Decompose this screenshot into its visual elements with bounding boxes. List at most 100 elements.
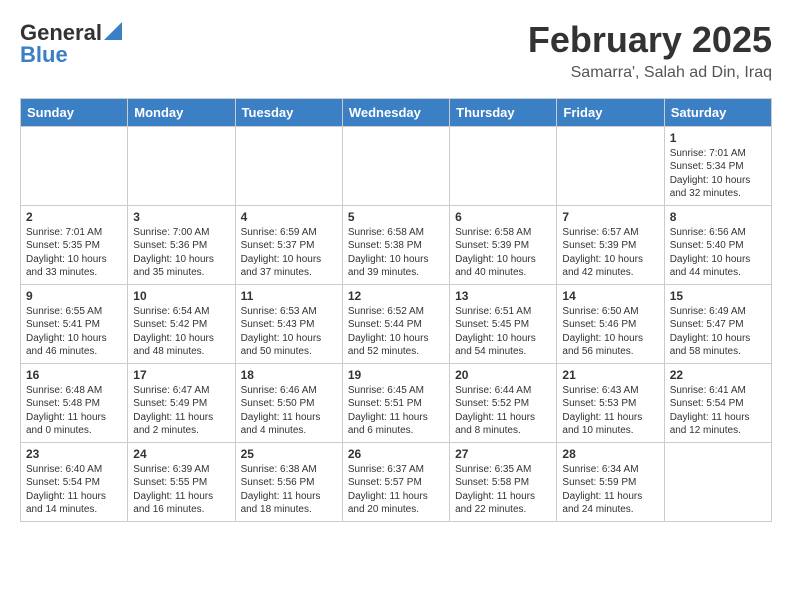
day-number: 8 [670, 210, 766, 224]
calendar-cell: 6 Sunrise: 6:58 AM Sunset: 5:39 PM Daylig… [450, 205, 557, 284]
day-info: Sunrise: 6:53 AM Sunset: 5:43 PM Dayligh… [241, 305, 337, 359]
calendar-cell: 26 Sunrise: 6:37 AM Sunset: 5:57 PM Dayli… [342, 442, 449, 521]
day-number: 3 [133, 210, 229, 224]
weekday-header-tuesday: Tuesday [235, 98, 342, 126]
calendar-cell: 13Sunrise: 6:51 AM Sunset: 5:45 PM Dayli… [450, 284, 557, 363]
day-info: Sunrise: 6:58 AM Sunset: 5:38 PM Dayligh… [348, 226, 444, 280]
location-title: Samarra', Salah ad Din, Iraq [528, 64, 772, 82]
day-number: 23 [26, 447, 122, 461]
weekday-header-sunday: Sunday [21, 98, 128, 126]
day-info: Sunrise: 6:56 AM Sunset: 5:40 PM Dayligh… [670, 226, 766, 280]
day-info: Sunrise: 6:35 AM Sunset: 5:58 PM Dayligh… [455, 463, 551, 517]
day-number: 4 [241, 210, 337, 224]
day-number: 17 [133, 368, 229, 382]
day-info: Sunrise: 7:01 AM Sunset: 5:35 PM Dayligh… [26, 226, 122, 280]
calendar-cell: 4 Sunrise: 6:59 AM Sunset: 5:37 PM Daylig… [235, 205, 342, 284]
calendar-cell [342, 126, 449, 205]
day-number: 25 [241, 447, 337, 461]
day-info: Sunrise: 6:49 AM Sunset: 5:47 PM Dayligh… [670, 305, 766, 359]
calendar-cell: 14 Sunrise: 6:50 AM Sunset: 5:46 PM Dayli… [557, 284, 664, 363]
calendar-cell: 20 Sunrise: 6:44 AM Sunset: 5:52 PM Dayli… [450, 363, 557, 442]
calendar-cell: 19 Sunrise: 6:45 AM Sunset: 5:51 PM Dayli… [342, 363, 449, 442]
day-info: Sunrise: 6:52 AM Sunset: 5:44 PM Dayligh… [348, 305, 444, 359]
calendar-cell: 15 Sunrise: 6:49 AM Sunset: 5:47 PM Dayli… [664, 284, 771, 363]
day-info: Sunrise: 6:59 AM Sunset: 5:37 PM Dayligh… [241, 226, 337, 280]
day-number: 20 [455, 368, 551, 382]
calendar-cell: 12 Sunrise: 6:52 AM Sunset: 5:44 PM Dayli… [342, 284, 449, 363]
calendar-cell: 16Sunrise: 6:48 AM Sunset: 5:48 PM Dayli… [21, 363, 128, 442]
day-number: 2 [26, 210, 122, 224]
calendar-cell: 10 Sunrise: 6:54 AM Sunset: 5:42 PM Dayli… [128, 284, 235, 363]
day-info: Sunrise: 7:01 AM Sunset: 5:34 PM Dayligh… [670, 147, 766, 201]
calendar-cell [128, 126, 235, 205]
day-number: 21 [562, 368, 658, 382]
calendar-cell [235, 126, 342, 205]
day-number: 19 [348, 368, 444, 382]
weekday-header-saturday: Saturday [664, 98, 771, 126]
calendar-cell: 17Sunrise: 6:47 AM Sunset: 5:49 PM Dayli… [128, 363, 235, 442]
day-info: Sunrise: 6:44 AM Sunset: 5:52 PM Dayligh… [455, 384, 551, 438]
day-number: 14 [562, 289, 658, 303]
day-info: Sunrise: 6:34 AM Sunset: 5:59 PM Dayligh… [562, 463, 658, 517]
day-info: Sunrise: 6:50 AM Sunset: 5:46 PM Dayligh… [562, 305, 658, 359]
day-info: Sunrise: 6:38 AM Sunset: 5:56 PM Dayligh… [241, 463, 337, 517]
calendar-cell [450, 126, 557, 205]
calendar-cell: 25 Sunrise: 6:38 AM Sunset: 5:56 PM Dayli… [235, 442, 342, 521]
day-number: 24 [133, 447, 229, 461]
day-number: 5 [348, 210, 444, 224]
day-number: 12 [348, 289, 444, 303]
calendar-cell: 9 Sunrise: 6:55 AM Sunset: 5:41 PM Daylig… [21, 284, 128, 363]
day-number: 22 [670, 368, 766, 382]
day-number: 28 [562, 447, 658, 461]
weekday-header-friday: Friday [557, 98, 664, 126]
logo: General Blue [20, 20, 122, 68]
calendar-cell: 21 Sunrise: 6:43 AM Sunset: 5:53 PM Dayli… [557, 363, 664, 442]
calendar-cell: 23 Sunrise: 6:40 AM Sunset: 5:54 PM Dayli… [21, 442, 128, 521]
page-header: General Blue February 2025 Samarra', Sal… [20, 20, 772, 82]
calendar-cell: 5 Sunrise: 6:58 AM Sunset: 5:38 PM Daylig… [342, 205, 449, 284]
calendar-cell: 2 Sunrise: 7:01 AM Sunset: 5:35 PM Daylig… [21, 205, 128, 284]
calendar-week-row: 23 Sunrise: 6:40 AM Sunset: 5:54 PM Dayli… [21, 442, 772, 521]
calendar-cell: 28 Sunrise: 6:34 AM Sunset: 5:59 PM Dayli… [557, 442, 664, 521]
calendar-cell: 3 Sunrise: 7:00 AM Sunset: 5:36 PM Daylig… [128, 205, 235, 284]
day-info: Sunrise: 6:41 AM Sunset: 5:54 PM Dayligh… [670, 384, 766, 438]
calendar-cell: 7 Sunrise: 6:57 AM Sunset: 5:39 PM Daylig… [557, 205, 664, 284]
calendar-cell [557, 126, 664, 205]
day-info: Sunrise: 6:57 AM Sunset: 5:39 PM Dayligh… [562, 226, 658, 280]
day-info: Sunrise: 6:39 AM Sunset: 5:55 PM Dayligh… [133, 463, 229, 517]
calendar-cell: 8 Sunrise: 6:56 AM Sunset: 5:40 PM Daylig… [664, 205, 771, 284]
calendar-cell: 22 Sunrise: 6:41 AM Sunset: 5:54 PM Dayli… [664, 363, 771, 442]
day-number: 16 [26, 368, 122, 382]
calendar-week-row: 1 Sunrise: 7:01 AM Sunset: 5:34 PM Daylig… [21, 126, 772, 205]
day-number: 7 [562, 210, 658, 224]
logo-icon [104, 22, 122, 40]
calendar-table: SundayMondayTuesdayWednesdayThursdayFrid… [20, 98, 772, 522]
day-info: Sunrise: 6:55 AM Sunset: 5:41 PM Dayligh… [26, 305, 122, 359]
day-number: 9 [26, 289, 122, 303]
day-number: 1 [670, 131, 766, 145]
day-number: 10 [133, 289, 229, 303]
day-number: 26 [348, 447, 444, 461]
day-info: Sunrise: 7:00 AM Sunset: 5:36 PM Dayligh… [133, 226, 229, 280]
day-info: Sunrise: 6:37 AM Sunset: 5:57 PM Dayligh… [348, 463, 444, 517]
calendar-cell: 11 Sunrise: 6:53 AM Sunset: 5:43 PM Dayli… [235, 284, 342, 363]
day-info: Sunrise: 6:54 AM Sunset: 5:42 PM Dayligh… [133, 305, 229, 359]
logo-blue-text: Blue [20, 42, 68, 68]
calendar-week-row: 9 Sunrise: 6:55 AM Sunset: 5:41 PM Daylig… [21, 284, 772, 363]
calendar-cell: 1 Sunrise: 7:01 AM Sunset: 5:34 PM Daylig… [664, 126, 771, 205]
day-info: Sunrise: 6:40 AM Sunset: 5:54 PM Dayligh… [26, 463, 122, 517]
weekday-header-row: SundayMondayTuesdayWednesdayThursdayFrid… [21, 98, 772, 126]
day-number: 15 [670, 289, 766, 303]
calendar-week-row: 2 Sunrise: 7:01 AM Sunset: 5:35 PM Daylig… [21, 205, 772, 284]
calendar-cell: 27 Sunrise: 6:35 AM Sunset: 5:58 PM Dayli… [450, 442, 557, 521]
day-number: 27 [455, 447, 551, 461]
day-number: 11 [241, 289, 337, 303]
day-info: Sunrise: 6:43 AM Sunset: 5:53 PM Dayligh… [562, 384, 658, 438]
day-info: Sunrise: 6:58 AM Sunset: 5:39 PM Dayligh… [455, 226, 551, 280]
weekday-header-monday: Monday [128, 98, 235, 126]
calendar-cell: 24 Sunrise: 6:39 AM Sunset: 5:55 PM Dayli… [128, 442, 235, 521]
calendar-week-row: 16Sunrise: 6:48 AM Sunset: 5:48 PM Dayli… [21, 363, 772, 442]
day-number: 6 [455, 210, 551, 224]
day-info: Sunrise: 6:45 AM Sunset: 5:51 PM Dayligh… [348, 384, 444, 438]
calendar-cell: 18Sunrise: 6:46 AM Sunset: 5:50 PM Dayli… [235, 363, 342, 442]
